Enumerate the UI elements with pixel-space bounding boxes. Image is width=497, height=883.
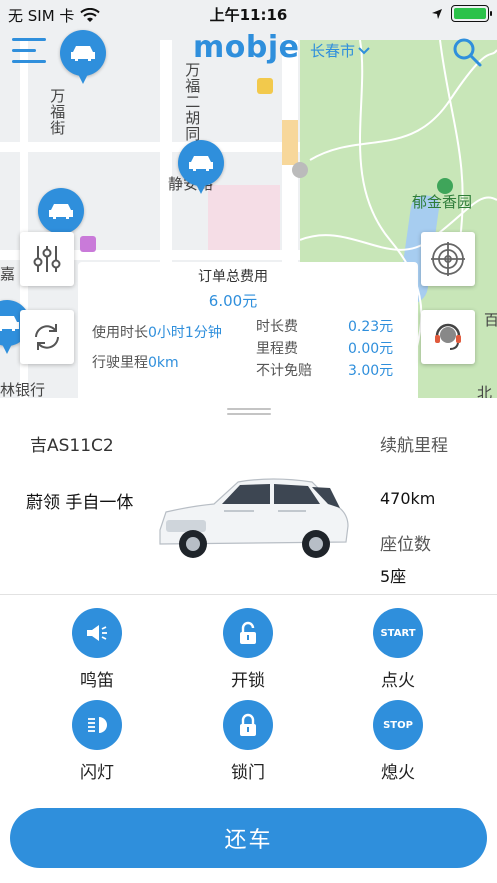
stop-engine-button[interactable]: STOP 熄火: [348, 700, 448, 783]
car-icon: [0, 316, 19, 331]
unlock-icon: [240, 621, 256, 644]
time-fee-value: 0.23元: [348, 319, 394, 335]
map-label: 万福二胡同: [183, 62, 202, 142]
car-icon: [49, 204, 73, 219]
app-logo: mobje: [193, 30, 300, 65]
start-label: 点火: [381, 671, 415, 691]
locate-button[interactable]: [421, 232, 475, 286]
lock-label: 锁门: [231, 763, 265, 783]
city-name: 长春市: [310, 42, 356, 60]
headset-icon: [435, 323, 461, 350]
range-label: 续航里程: [380, 436, 448, 456]
refresh-button[interactable]: [20, 310, 74, 364]
time-fee-label: 时长费: [256, 319, 298, 335]
car-info: 吉AS11C2 蔚领 手自一体 续航里程 470km 座位数 5座: [0, 428, 497, 588]
unlock-label: 开锁: [231, 671, 265, 691]
menu-button[interactable]: [12, 36, 48, 66]
car-pin[interactable]: [178, 140, 224, 196]
license-plate: 吉AS11C2: [30, 436, 114, 456]
mileage-row: 行驶里程0km: [92, 352, 179, 372]
radar-icon: [431, 242, 465, 276]
map-label: 嘉: [0, 265, 16, 283]
horn-icon: [87, 625, 107, 641]
insurance-label: 不计免赔: [256, 363, 312, 379]
map-label: 万福街: [48, 88, 67, 136]
city-selector[interactable]: 长春市: [310, 40, 370, 61]
distance-fee-label: 里程费: [256, 341, 298, 357]
duration-label: 使用时长: [92, 325, 148, 341]
mileage-label: 行驶里程: [92, 355, 148, 371]
fee-title: 订单总费用: [198, 269, 268, 285]
search-icon: [453, 38, 482, 67]
map-road: [0, 142, 300, 152]
lock-button[interactable]: 锁门: [198, 700, 298, 783]
stop-icon: STOP: [373, 700, 423, 750]
return-car-button[interactable]: 还车: [10, 808, 487, 868]
flash-lights-label: 闪灯: [80, 763, 114, 783]
headlight-icon: [88, 717, 107, 733]
seats-label: 座位数: [380, 535, 431, 555]
map-label: 林银行: [0, 381, 46, 398]
map-road: [282, 120, 298, 165]
refresh-icon: [35, 324, 59, 350]
park-marker[interactable]: [437, 178, 453, 194]
range-value: 470km: [380, 489, 436, 508]
duration-row: 使用时长0小时1分钟: [92, 322, 222, 342]
car-image: [159, 478, 349, 558]
map-label: 郁金香园: [412, 193, 473, 211]
fee-total: 6.00元: [208, 292, 258, 310]
insurance-value: 3.00元: [348, 363, 394, 379]
app-screen: 万福街 万福二胡同 静安路 嘉 林银行 郁金香园 百 北 无 SIM 卡 上午1…: [0, 0, 497, 883]
car-model: 蔚领 手自一体: [26, 493, 134, 513]
poi-marker[interactable]: [292, 162, 308, 178]
start-engine-button[interactable]: START 点火: [348, 608, 448, 691]
horn-button[interactable]: 鸣笛: [47, 608, 147, 691]
duration-value: 0小时1分钟: [148, 325, 222, 341]
status-bar: 无 SIM 卡 上午11:16: [0, 0, 497, 28]
sliders-icon: [33, 246, 61, 272]
unlock-button[interactable]: 开锁: [198, 608, 298, 691]
map-label: 北: [477, 384, 493, 398]
flash-lights-button[interactable]: 闪灯: [47, 700, 147, 783]
clock: 上午11:16: [209, 6, 288, 24]
poi-marker[interactable]: [257, 78, 273, 94]
chevron-down-icon: [358, 46, 370, 54]
order-fee-card: 订单总费用 6.00元 使用时长0小时1分钟 行驶里程0km 时长费 0.23元…: [78, 262, 418, 398]
search-button[interactable]: [451, 36, 483, 68]
car-icon: [189, 156, 213, 171]
customer-service-button[interactable]: [421, 310, 475, 364]
filter-button[interactable]: [20, 232, 74, 286]
start-icon: START: [373, 608, 423, 658]
distance-fee-value: 0.00元: [348, 341, 394, 357]
top-header: mobje 长春市: [0, 28, 497, 74]
stop-label: 熄火: [381, 763, 415, 783]
divider: [0, 594, 497, 595]
mileage-value: 0km: [148, 355, 179, 371]
lock-icon: [240, 713, 256, 736]
seats-value: 5座: [380, 567, 407, 586]
drag-handle[interactable]: [227, 408, 271, 416]
location-arrow-icon: [432, 8, 442, 19]
horn-label: 鸣笛: [80, 671, 114, 691]
map-label: 百: [484, 311, 497, 329]
car-detail-panel: 吉AS11C2 蔚领 手自一体 续航里程 470km 座位数 5座 鸣笛 开锁 …: [0, 398, 497, 883]
battery-icon: [451, 5, 492, 22]
